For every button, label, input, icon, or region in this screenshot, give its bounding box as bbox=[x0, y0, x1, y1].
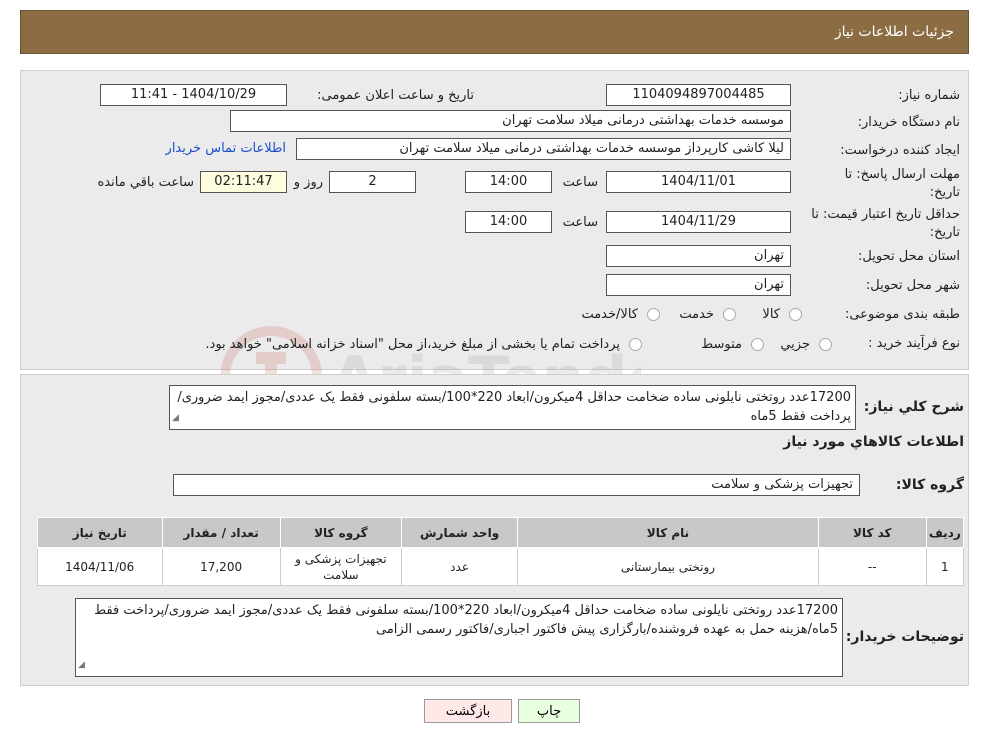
announce-label: تاریخ و ساعت اعلان عمومی: bbox=[317, 88, 474, 103]
process-option-medium: متوسط bbox=[701, 337, 742, 352]
process-radio-minor[interactable] bbox=[819, 338, 832, 351]
category-radio-goods[interactable] bbox=[789, 308, 802, 321]
deadline-time-field: 14:00 bbox=[465, 171, 552, 193]
category-option-service: خدمت bbox=[679, 307, 714, 322]
cell-unit: عدد bbox=[401, 547, 519, 586]
summary-text: 17200عدد روتختی نایلونی ساده ضخامت حداقل… bbox=[169, 385, 856, 430]
province-label: استان محل تحویل: bbox=[858, 249, 960, 264]
table-row: 1 -- روتختی بیمارستانی عدد تجهیزات پزشکی… bbox=[37, 547, 965, 586]
goods-group-label: گروه کالا: bbox=[895, 477, 964, 493]
announce-field: 1404/10/29 - 11:41 bbox=[100, 84, 287, 106]
remaining-label: ساعت باقي مانده bbox=[97, 175, 194, 190]
goods-table: ردیف کد کالا نام کالا واحد شمارش گروه کا… bbox=[37, 517, 965, 586]
city-label: شهر محل تحویل: bbox=[865, 278, 960, 293]
page-title: جزئیات اطلاعات نیاز bbox=[834, 24, 954, 40]
col-code: کد کالا bbox=[817, 517, 927, 548]
cell-qty: 17,200 bbox=[161, 547, 281, 586]
goods-group-field: تجهیزات پزشکی و سلامت bbox=[173, 474, 860, 496]
province-field: تهران bbox=[606, 245, 791, 267]
process-label: نوع فرآیند خرید : bbox=[868, 336, 960, 351]
days-field: 2 bbox=[329, 171, 416, 193]
buyer-notes-text: 17200عدد روتختی نایلونی ساده ضخامت حداقل… bbox=[75, 598, 843, 677]
resize-grip-icon[interactable]: ◢ bbox=[78, 656, 85, 675]
days-label: روز و bbox=[293, 175, 323, 190]
category-radio-goods-service[interactable] bbox=[647, 308, 660, 321]
price-validity-time-field: 14:00 bbox=[465, 211, 552, 233]
deadline-time-label: ساعت bbox=[562, 175, 598, 190]
col-qty: تعداد / مقدار bbox=[161, 517, 281, 548]
buyer-notes-label: توضیحات خریدار: bbox=[845, 629, 964, 645]
deadline-date-field: 1404/11/01 bbox=[606, 171, 791, 193]
cell-group: تجهیزات پزشکی و سلامت bbox=[279, 547, 403, 586]
col-group: گروه کالا bbox=[279, 517, 403, 548]
price-validity-time-label: ساعت bbox=[562, 215, 598, 230]
remaining-time-field: 02:11:47 bbox=[200, 171, 287, 193]
category-option-goods: کالا bbox=[762, 307, 780, 322]
summary-label: شرح کلي نياز: bbox=[863, 399, 964, 415]
buyer-org-field: موسسه خدمات بهداشتی درمانی میلاد سلامت ت… bbox=[230, 110, 791, 132]
goods-info-title: اطلاعات کالاهاي مورد نياز bbox=[783, 434, 964, 450]
deadline-label: مهلت ارسال پاسخ: تا تاریخ: bbox=[844, 167, 960, 200]
need-number-field: 1104094897004485 bbox=[606, 84, 791, 106]
col-row: ردیف bbox=[925, 517, 965, 548]
cell-name: روتختی بیمارستانی bbox=[517, 547, 819, 586]
back-button[interactable]: بازگشت bbox=[424, 699, 512, 723]
info-panel: AriaTender شماره نیاز: 1104094897004485 … bbox=[20, 70, 969, 428]
category-radio-service[interactable] bbox=[723, 308, 736, 321]
category-label: طبقه بندی موضوعی: bbox=[844, 307, 960, 322]
col-date: تاریخ نیاز bbox=[37, 517, 163, 548]
print-button[interactable]: چاپ bbox=[518, 699, 580, 723]
city-field: تهران bbox=[606, 274, 791, 296]
resize-grip-icon[interactable]: ◢ bbox=[172, 409, 179, 428]
col-unit: واحد شمارش bbox=[401, 517, 519, 548]
col-name: نام کالا bbox=[517, 517, 819, 548]
category-option-goods-service: کالا/خدمت bbox=[581, 307, 638, 322]
process-note: پرداخت تمام یا بخشی از مبلغ خرید،از محل … bbox=[205, 337, 620, 352]
creator-field: لیلا کاشی کارپرداز موسسه خدمات بهداشتی د… bbox=[296, 138, 791, 160]
buyer-org-label: نام دستگاه خریدار: bbox=[857, 115, 960, 130]
process-radio-treasury[interactable] bbox=[629, 338, 642, 351]
price-validity-label: حداقل تاريخ اعتبار قيمت: تا تاریخ: bbox=[811, 207, 960, 240]
buyer-contact-link[interactable]: اطلاعات تماس خریدار bbox=[166, 141, 286, 156]
table-header-row: ردیف کد کالا نام کالا واحد شمارش گروه کا… bbox=[37, 517, 965, 548]
goods-panel: شرح کلي نياز: 17200عدد روتختی نایلونی سا… bbox=[20, 374, 969, 686]
process-radio-medium[interactable] bbox=[751, 338, 764, 351]
cell-date: 1404/11/06 bbox=[37, 547, 163, 586]
need-number-label: شماره نیاز: bbox=[898, 88, 960, 103]
price-validity-date-field: 1404/11/29 bbox=[606, 211, 791, 233]
process-option-minor: جزیي bbox=[780, 337, 810, 352]
creator-label: ایجاد کننده درخواست: bbox=[840, 143, 960, 158]
cell-row: 1 bbox=[925, 547, 965, 586]
cell-code: -- bbox=[817, 547, 927, 586]
page-header: جزئیات اطلاعات نیاز bbox=[20, 10, 969, 54]
